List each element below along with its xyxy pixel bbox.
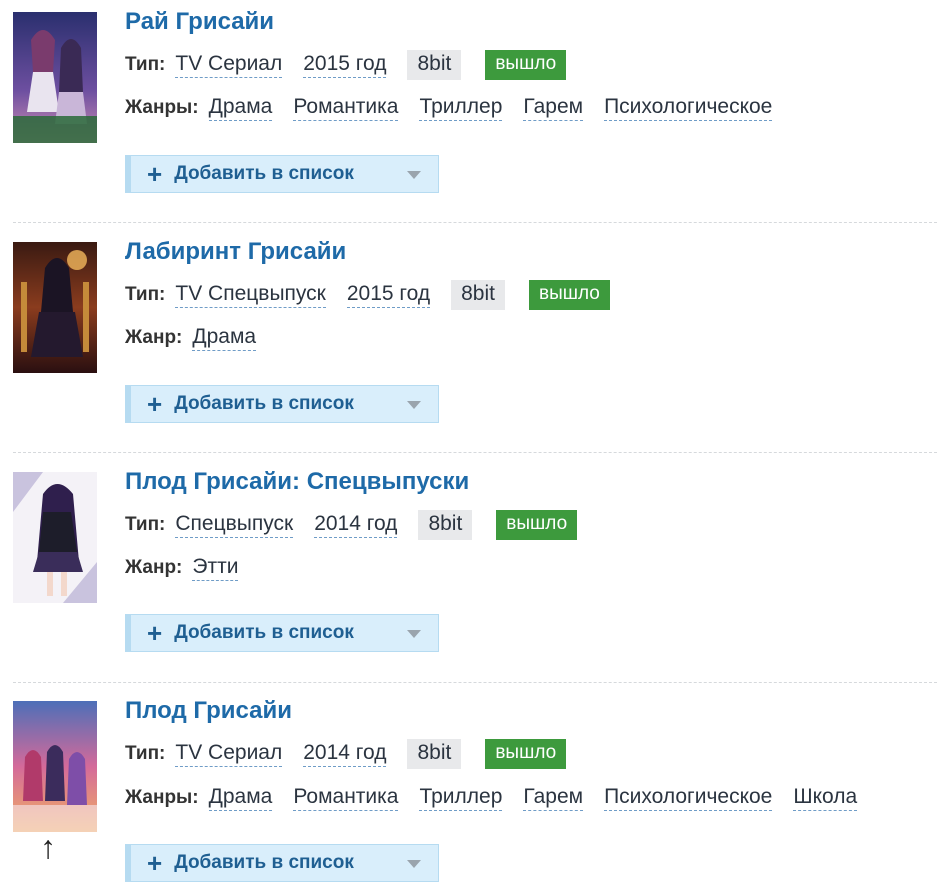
status-badge: вышло — [485, 50, 567, 80]
poster-art-4 — [13, 701, 97, 832]
meta-row: Тип: TV Сериал 2014 год 8bit вышло — [125, 738, 567, 770]
genres-label: Жанры: — [125, 97, 199, 118]
type-tag[interactable]: TV Сериал — [175, 52, 283, 79]
genres-row: Жанр: Этти — [125, 552, 259, 584]
genre-tag[interactable]: Этти — [192, 555, 239, 582]
year-tag[interactable]: 2015 год — [303, 52, 387, 79]
genre-tag[interactable]: Драма — [208, 95, 273, 122]
entry-divider — [13, 222, 937, 223]
anime-title-link[interactable]: Рай Грисайи — [125, 8, 274, 36]
genre-tag[interactable]: Триллер — [419, 95, 503, 122]
genres-label: Жанр: — [125, 327, 183, 348]
add-to-list-label: Добавить в список — [174, 622, 354, 643]
poster-image[interactable] — [13, 242, 97, 373]
chevron-down-icon[interactable] — [407, 630, 421, 638]
add-to-list-label: Добавить в список — [174, 393, 354, 414]
anime-title-link[interactable]: Лабиринт Грисайи — [125, 238, 346, 266]
status-badge: вышло — [528, 280, 610, 310]
meta-row: Тип: Спецвыпуск 2014 год 8bit вышло — [125, 509, 578, 541]
genres-label: Жанр: — [125, 557, 183, 578]
genre-tag[interactable]: Романтика — [293, 95, 399, 122]
plus-icon: + — [147, 848, 163, 878]
poster-image[interactable] — [13, 12, 97, 143]
studio-tag[interactable]: 8bit — [451, 280, 505, 310]
poster-art-3 — [13, 472, 97, 603]
studio-tag[interactable]: 8bit — [407, 739, 462, 769]
genres-label: Жанры: — [125, 787, 199, 808]
status-badge: вышло — [496, 510, 578, 540]
entry-divider — [13, 682, 937, 683]
status-badge: вышло — [485, 739, 567, 769]
genre-tag[interactable]: Психологическое — [604, 785, 773, 812]
genre-tag[interactable]: Драма — [192, 325, 257, 352]
poster-art-1 — [13, 12, 97, 143]
entry-divider — [13, 452, 937, 453]
anime-title-link[interactable]: Плод Грисайи — [125, 697, 292, 725]
plus-icon: + — [147, 618, 163, 648]
type-label: Тип: — [125, 54, 166, 75]
genre-tag[interactable]: Школа — [793, 785, 858, 812]
genre-tag[interactable]: Драма — [208, 785, 273, 812]
genre-tag[interactable]: Романтика — [293, 785, 399, 812]
poster-image[interactable] — [13, 472, 97, 603]
studio-tag[interactable]: 8bit — [407, 50, 462, 80]
studio-tag[interactable]: 8bit — [418, 510, 473, 540]
year-tag[interactable]: 2014 год — [303, 741, 387, 768]
plus-icon: + — [147, 389, 163, 419]
chevron-down-icon[interactable] — [407, 171, 421, 179]
add-to-list-button[interactable]: + Добавить в список — [125, 385, 439, 423]
type-tag[interactable]: Спецвыпуск — [175, 512, 294, 539]
genre-tag[interactable]: Гарем — [523, 785, 584, 812]
type-label: Тип: — [125, 514, 166, 535]
genre-tag[interactable]: Гарем — [523, 95, 584, 122]
anime-title-link[interactable]: Плод Грисайи: Спецвыпуски — [125, 468, 469, 496]
add-to-list-button[interactable]: + Добавить в список — [125, 844, 439, 882]
genres-row: Жанры: Драма Романтика Триллер Гарем Пси… — [125, 92, 793, 124]
meta-row: Тип: TV Спецвыпуск 2015 год 8bit вышло — [125, 279, 610, 311]
type-tag[interactable]: TV Сериал — [175, 741, 283, 768]
scroll-to-top-arrow-icon[interactable]: ↑ — [33, 831, 63, 863]
genres-row: Жанр: Драма — [125, 322, 277, 354]
plus-icon: + — [147, 159, 163, 189]
genre-tag[interactable]: Триллер — [419, 785, 503, 812]
meta-row: Тип: TV Сериал 2015 год 8bit вышло — [125, 49, 567, 81]
genre-tag[interactable]: Психологическое — [604, 95, 773, 122]
add-to-list-label: Добавить в список — [174, 163, 354, 184]
genres-row: Жанры: Драма Романтика Триллер Гарем Пси… — [125, 782, 878, 814]
type-label: Тип: — [125, 284, 166, 305]
year-tag[interactable]: 2015 год — [346, 282, 431, 309]
add-to-list-button[interactable]: + Добавить в список — [125, 155, 439, 193]
chevron-down-icon[interactable] — [407, 401, 421, 409]
type-label: Тип: — [125, 743, 166, 764]
type-tag[interactable]: TV Спецвыпуск — [175, 282, 326, 309]
add-to-list-button[interactable]: + Добавить в список — [125, 614, 439, 652]
add-to-list-label: Добавить в список — [174, 852, 354, 873]
poster-art-2 — [13, 242, 97, 373]
chevron-down-icon[interactable] — [407, 860, 421, 868]
poster-image[interactable] — [13, 701, 97, 832]
year-tag[interactable]: 2014 год — [314, 512, 398, 539]
